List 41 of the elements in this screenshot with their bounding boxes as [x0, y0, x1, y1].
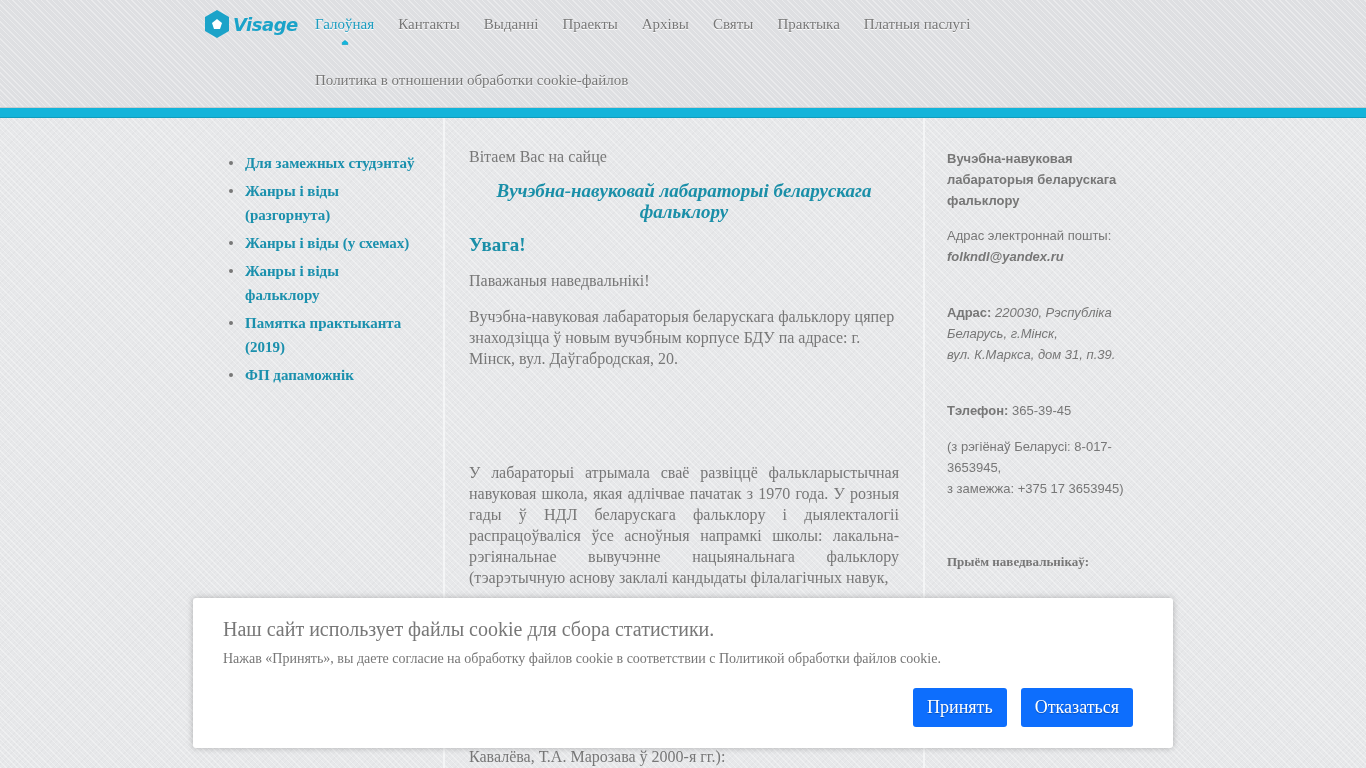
- paragraph: Кавалёва, Т.А. Марозава ў 2000-я гг.):: [469, 748, 727, 766]
- bullet-icon: [229, 241, 233, 245]
- nav-link[interactable]: Выданні: [483, 16, 539, 33]
- decline-button[interactable]: Отказаться: [1020, 688, 1133, 727]
- contacts-title: Вучэбна-навуковая лабараторыя беларускага фальклору: [947, 150, 1118, 210]
- email-link[interactable]: folkndl@yandex.ru: [947, 246, 1137, 267]
- site-logo[interactable]: Visage: [203, 9, 315, 39]
- sidebar-link[interactable]: Памятка практыканта (2019): [245, 311, 417, 359]
- greeting-text: Вітаем Вас на сайце: [469, 148, 608, 166]
- paragraph: Паважаныя наведвальнікі!: [469, 271, 651, 291]
- bullet-icon: [229, 161, 233, 165]
- banner-text: Нажав «Принять», вы даете согласие на обработку файлов cookie в соответствии с Политикой обработки файлов cookie.: [223, 651, 942, 667]
- bullet-icon: [229, 373, 233, 377]
- paragraph: Вучэбна-навуковая лабараторыя беларускага фальклору цяпер знаходзіцца ў новым вучэбным корпусе БДУ па адрасе: г. Мінск, вул. Даўгабродская, 20.: [469, 307, 896, 369]
- sidebar-link[interactable]: Жанры і віды (у схемах): [245, 231, 417, 255]
- phone-text: Тэлефон: 365-39-45: [947, 402, 1073, 420]
- nav-link[interactable]: Святы: [712, 16, 754, 33]
- nav-link[interactable]: Архівы: [641, 16, 689, 33]
- sidebar-link[interactable]: Жанры і віды фальклору: [245, 259, 417, 307]
- sidebar-link[interactable]: ФП дапаможнік: [245, 363, 417, 387]
- warning-heading: Увага!: [469, 234, 527, 256]
- bullet-icon: [229, 321, 233, 325]
- bullet-icon: [229, 189, 233, 193]
- nav-link[interactable]: Платныя паслугі: [863, 16, 971, 33]
- phone-note: з замежжа: +375 17 3653945): [947, 480, 1125, 498]
- nav-link[interactable]: Политика в отношении обработки cookie-файлов: [315, 72, 629, 89]
- reception-label: Прыём наведвальнікаў:: [947, 553, 1091, 571]
- paragraph: У лабараторыі атрымала сваё развіццё фалькларыстычная навуковая школа, якая адлічвае пачатак з 1970 года. У розныя гады ў НДЛ беларускага фальклору і дыялекталогіі распрацоўваліся ўсе асноўныя напрамкі школы: лакальна-рэгіянальнае вывучэнне нацыянальнага фальклору (тэарэтычную аснову заклалі кандыдаты філалагічных навук,: [469, 463, 899, 588]
- accept-button[interactable]: Принять: [913, 688, 1007, 727]
- nav-link[interactable]: Кантакты: [398, 16, 460, 33]
- banner-title: Наш сайт использует файлы cookie для сбора статистики.: [223, 618, 716, 641]
- email-label: Адрас электроннай пошты:: [947, 227, 1113, 245]
- sidebar-link[interactable]: Для замежных студэнтаў: [245, 151, 417, 175]
- page-title: Вучэбна-навуковай лабараторыі беларускага фальклору: [495, 180, 873, 222]
- hexagon-icon: [203, 9, 231, 39]
- sidebar-link[interactable]: Жанры і віды (разгорнута): [245, 179, 417, 227]
- nav-link[interactable]: Практыка: [777, 16, 840, 33]
- address-text: Адрас: 220030, Рэспубліка Беларусь, г.Мінск, вул. К.Маркса, дом 31, п.39.: [947, 304, 1117, 364]
- nav-link[interactable]: Галоўная: [315, 16, 375, 33]
- nav-link[interactable]: Праекты: [562, 16, 618, 33]
- bullet-icon: [229, 269, 233, 273]
